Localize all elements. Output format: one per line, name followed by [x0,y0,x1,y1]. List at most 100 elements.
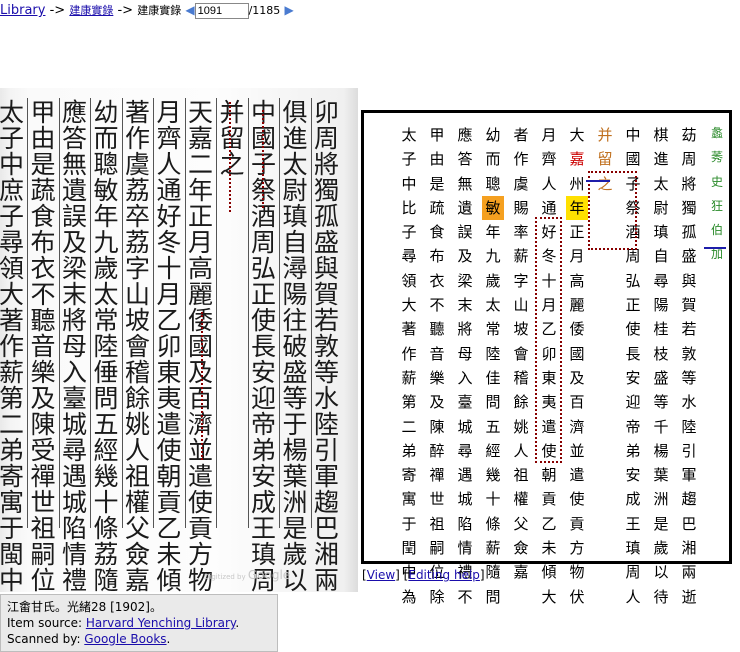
annotation-char[interactable]: 蠡 [706,121,728,145]
transcript-char[interactable]: 楊 [650,439,672,463]
transcript-char[interactable]: 大 [538,585,560,609]
transcript-char[interactable]: 乙 [538,317,560,341]
transcript-char[interactable]: 賀 [678,293,700,317]
transcript-char[interactable]: 正 [622,293,644,317]
transcript-char[interactable]: 帝 [622,415,644,439]
transcript-char[interactable]: 比 [398,196,420,220]
library-link[interactable]: Library [0,3,45,18]
transcript-char[interactable]: 問 [482,390,504,414]
transcript-char[interactable]: 問 [482,585,504,609]
transcript-char[interactable]: 十 [538,269,560,293]
transcript-char[interactable]: 餘 [510,390,532,414]
transcript-char[interactable]: 兩 [678,560,700,584]
transcript-char[interactable]: 薪 [510,244,532,268]
transcript-char[interactable]: 是 [426,172,448,196]
transcript-char[interactable]: 山 [510,293,532,317]
transcript-char[interactable]: 正 [566,220,588,244]
transcript-char[interactable]: 而 [482,147,504,171]
transcript-char[interactable]: 賜 [510,196,532,220]
transcript-char[interactable]: 獨 [678,196,700,220]
transcript-char[interactable]: 嘉 [510,560,532,584]
transcript-char[interactable]: 幾 [482,463,504,487]
transcript-char[interactable]: 安 [622,463,644,487]
transcript-char[interactable]: 歲 [482,269,504,293]
transcript-char[interactable]: 趨 [678,487,700,511]
transcript-char[interactable]: 條 [482,512,504,536]
transcript-char[interactable]: 祖 [510,463,532,487]
transcript-char[interactable]: 遣 [538,415,560,439]
transcript-char[interactable]: 安 [622,366,644,390]
transcript-char[interactable]: 貢 [566,512,588,536]
transcript-char[interactable]: 祭 [622,196,644,220]
transcript-char[interactable]: 應 [454,123,476,147]
page-number-input[interactable] [194,2,249,19]
transcript-char[interactable]: 以 [650,560,672,584]
transcript-char[interactable]: 卯 [538,342,560,366]
transcript-char[interactable]: 成 [622,487,644,511]
view-link[interactable]: View [367,568,395,582]
transcript-char[interactable]: 年 [482,220,504,244]
transcript-char[interactable]: 薪 [398,366,420,390]
transcript-char[interactable]: 百 [566,390,588,414]
transcript-char[interactable]: 與 [678,269,700,293]
transcript-char[interactable]: 水 [678,390,700,414]
transcript-char[interactable]: 領 [398,269,420,293]
transcript-char[interactable]: 情 [454,536,476,560]
transcript-char[interactable]: 夷 [538,390,560,414]
transcript-char[interactable]: 甲 [426,123,448,147]
transcript-char[interactable]: 盛 [650,366,672,390]
transcript-char[interactable]: 無 [454,172,476,196]
transcript-char[interactable]: 自 [650,244,672,268]
transcript-char[interactable]: 城 [454,415,476,439]
transcript-char[interactable]: 及 [566,366,588,390]
next-page-icon[interactable]: ▶ [284,3,293,17]
prev-page-icon[interactable]: ◀ [185,3,194,17]
transcript-char[interactable]: 作 [398,342,420,366]
transcript-char[interactable]: 太 [482,293,504,317]
transcript-char[interactable]: 疏 [426,196,448,220]
transcript-char[interactable]: 于 [398,512,420,536]
transcript-char[interactable]: 者 [510,123,532,147]
transcript-char[interactable]: 閏 [398,536,420,560]
transcript-char[interactable]: 第 [398,390,420,414]
transcript-char[interactable]: 人 [538,172,560,196]
transcript-char[interactable]: 入 [454,366,476,390]
transcript-char[interactable]: 禪 [426,463,448,487]
editing-help-link[interactable]: Editing help [408,568,480,582]
transcript-char[interactable]: 為 [398,585,420,609]
transcript-char[interactable]: 寓 [398,487,420,511]
transcript-char[interactable]: 洲 [650,487,672,511]
transcript-char[interactable]: 僉 [510,536,532,560]
transcript-char[interactable]: 軍 [678,463,700,487]
transcript-char[interactable]: 樂 [426,366,448,390]
transcript-char[interactable]: 貢 [538,487,560,511]
transcript-char[interactable]: 嗣 [426,536,448,560]
transcript-char[interactable]: 幼 [482,123,504,147]
transcript-char[interactable]: 城 [454,487,476,511]
transcript-char[interactable]: 子 [398,220,420,244]
transcript-char[interactable]: 尋 [398,244,420,268]
annotation-char[interactable]: 莠 [706,145,728,169]
transcript-char[interactable]: 九 [482,244,504,268]
transcript-char[interactable]: 州 [566,172,588,196]
transcript-char[interactable]: 寄 [398,463,420,487]
transcript-char[interactable]: 隨 [482,560,504,584]
transcript-char[interactable]: 瑱 [622,536,644,560]
transcript-char[interactable]: 佳 [482,366,504,390]
transcript-char[interactable]: 權 [510,487,532,511]
transcript-char[interactable]: 食 [426,220,448,244]
transcript-char[interactable]: 乙 [538,512,560,536]
transcript-char[interactable]: 國 [622,147,644,171]
transcript-char[interactable]: 進 [650,147,672,171]
transcript-char[interactable]: 醉 [426,439,448,463]
transcript-char[interactable]: 及 [454,244,476,268]
transcript-char[interactable]: 棋 [650,123,672,147]
transcript-char[interactable]: 末 [454,293,476,317]
transcript-char[interactable]: 王 [622,512,644,536]
transcript-char[interactable]: 二 [398,415,420,439]
transcript-char[interactable]: 陷 [454,512,476,536]
transcript-char[interactable]: 聽 [426,317,448,341]
transcript-char[interactable]: 陽 [650,293,672,317]
transcript-char[interactable]: 周 [622,560,644,584]
transcript-char[interactable]: 答 [454,147,476,171]
